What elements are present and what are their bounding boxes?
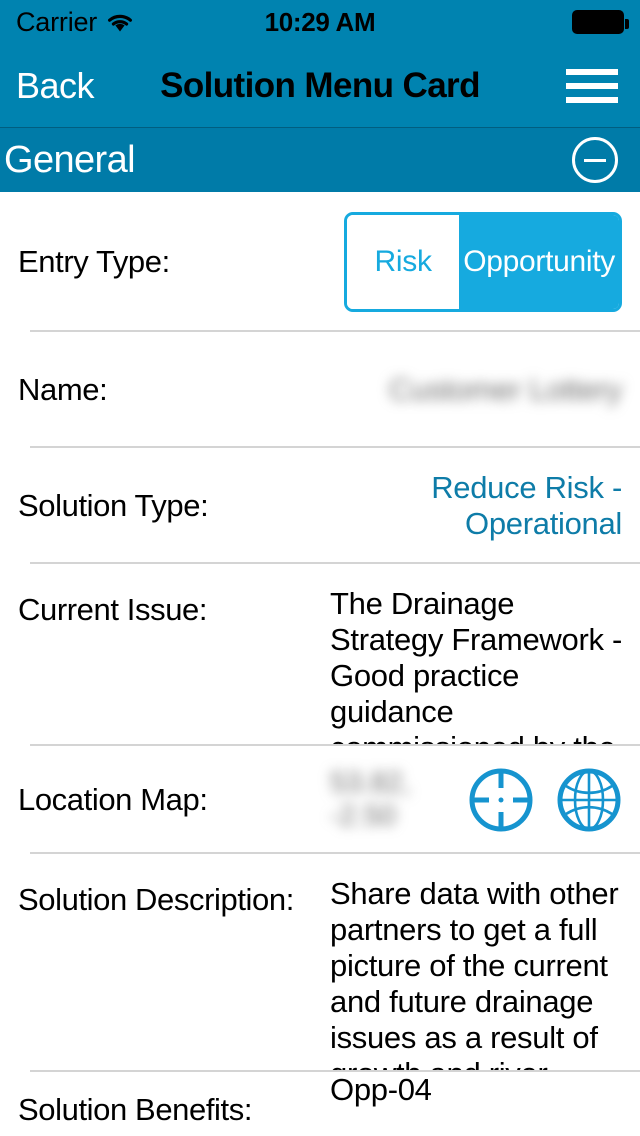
minus-circle-icon[interactable]: [572, 137, 618, 183]
crosshair-target-icon[interactable]: [468, 767, 534, 833]
location-map-label: Location Map:: [18, 782, 208, 818]
row-entry-type: Entry Type: Risk Opportunity: [0, 192, 640, 332]
back-button[interactable]: Back: [0, 65, 95, 107]
hamburger-bar: [566, 96, 618, 103]
status-bar-right: [572, 10, 629, 34]
name-value-container[interactable]: Customer Lottery: [330, 372, 622, 408]
hamburger-bar: [566, 68, 618, 75]
solution-description-value[interactable]: Share data with other partners to get a …: [330, 854, 622, 1072]
row-solution-description[interactable]: Solution Description: Share data with ot…: [0, 854, 640, 1072]
solution-description-label: Solution Description:: [18, 882, 294, 917]
status-bar-left: Carrier: [16, 7, 135, 38]
segment-opportunity[interactable]: Opportunity: [459, 215, 619, 309]
row-solution-benefits[interactable]: Solution Benefits: Opp-04: [0, 1072, 640, 1136]
current-issue-label: Current Issue:: [18, 592, 208, 627]
hamburger-menu-icon[interactable]: [566, 68, 640, 103]
form-general: Entry Type: Risk Opportunity Name: Custo…: [0, 192, 640, 1136]
solution-type-label: Solution Type:: [18, 488, 209, 524]
current-issue-value[interactable]: The Drainage Strategy Framework - Good p…: [330, 564, 622, 746]
status-bar: Carrier 10:29 AM: [0, 0, 640, 44]
carrier-label: Carrier: [16, 6, 98, 37]
entry-type-label: Entry Type:: [18, 244, 170, 280]
wifi-icon: [105, 11, 135, 33]
battery-full-icon: [572, 10, 629, 34]
section-title: General: [4, 139, 136, 181]
row-current-issue[interactable]: Current Issue: The Drainage Strategy Fra…: [0, 564, 640, 746]
page-title: Solution Menu Card: [160, 65, 480, 105]
navigation-bar: Back Solution Menu Card: [0, 44, 640, 128]
solution-benefits-label: Solution Benefits:: [18, 1092, 253, 1127]
location-coordinates-value: 53.82, -2.50: [330, 767, 411, 832]
app-screen: Carrier 10:29 AM Back Solution Menu Card…: [0, 0, 640, 1136]
minus-glyph: [584, 158, 606, 162]
row-location-map: Location Map: 53.82, -2.50: [0, 746, 640, 854]
hamburger-bar: [566, 82, 618, 89]
globe-icon[interactable]: [556, 767, 622, 833]
name-label: Name:: [18, 372, 108, 408]
row-name[interactable]: Name: Customer Lottery: [0, 332, 640, 448]
segment-risk[interactable]: Risk: [347, 215, 460, 309]
location-map-value-container: 53.82, -2.50: [330, 767, 622, 833]
name-value: Customer Lottery: [389, 372, 622, 408]
entry-type-segmented-control[interactable]: Risk Opportunity: [344, 212, 622, 312]
solution-type-value[interactable]: Reduce Risk - Operational: [330, 470, 622, 542]
section-header-general[interactable]: General: [0, 128, 640, 192]
row-solution-type[interactable]: Solution Type: Reduce Risk - Operational: [0, 448, 640, 564]
solution-benefits-value[interactable]: Opp-04: [330, 1072, 622, 1108]
